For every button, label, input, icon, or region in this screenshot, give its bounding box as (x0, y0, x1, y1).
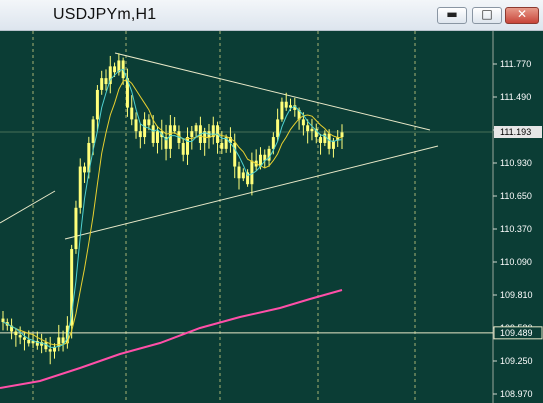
candle-body (250, 160, 254, 185)
price-chart[interactable]: 111.770111.490111.210110.930110.650110.3… (0, 31, 543, 403)
candle-body (83, 166, 87, 173)
candle-body (323, 133, 327, 143)
candle-body (134, 119, 138, 132)
candle-body (113, 66, 117, 73)
candle-body (74, 207, 78, 250)
candle-body (319, 137, 323, 143)
candle-body (186, 137, 190, 155)
price-tick-label: 110.370 (500, 224, 532, 234)
candle-body (301, 119, 305, 126)
candle-body (91, 119, 95, 143)
candle-body (138, 131, 142, 138)
candle-body (237, 166, 241, 179)
candle-body (78, 166, 82, 208)
candle-body (147, 119, 151, 126)
candle-body (233, 142, 237, 167)
candle-body (306, 125, 310, 132)
maximize-icon: □ (481, 7, 493, 21)
candle-body (190, 131, 194, 138)
candle-body (340, 132, 344, 138)
current-price-label: 111.193 (500, 127, 531, 137)
candle-body (151, 125, 155, 143)
candle-body (155, 131, 159, 143)
price-tick-label: 111.770 (500, 59, 531, 69)
minimize-icon: ▬ (446, 7, 458, 21)
candle-body (280, 101, 284, 120)
candle-body (22, 337, 26, 340)
minimize-button[interactable]: ▬ (437, 7, 467, 24)
price-tick-label: 108.970 (500, 389, 533, 399)
close-button[interactable]: ✕ (505, 7, 539, 24)
price-tick-label: 111.490 (500, 92, 531, 102)
candle-body (276, 119, 280, 138)
price-tick-label: 110.090 (500, 257, 532, 267)
candle-body (18, 335, 22, 338)
price-tick-label: 110.650 (500, 191, 532, 201)
chart-background (0, 31, 543, 403)
price-tick-label: 109.250 (500, 356, 533, 366)
candle-body (220, 142, 224, 149)
price-axis-panel (493, 31, 543, 403)
price-tick-label: 110.930 (500, 158, 532, 168)
horizontal-line-price-label: 109.489 (500, 328, 533, 338)
candle-body (95, 89, 99, 120)
maximize-button[interactable]: □ (472, 7, 502, 24)
candle-body (284, 101, 288, 108)
candle-body (173, 125, 177, 132)
candle-body (310, 128, 314, 132)
candle-body (289, 105, 293, 108)
candle-body (100, 78, 104, 90)
candle-body (14, 331, 18, 336)
candle-body (194, 125, 198, 132)
candle-body (130, 107, 134, 120)
candle-body (143, 119, 147, 138)
candle-body (48, 349, 52, 352)
price-tick-label: 109.810 (500, 290, 533, 300)
candle-body (181, 142, 185, 155)
candle-body (27, 339, 31, 344)
close-icon: ✕ (516, 7, 528, 21)
candle-body (1, 318, 5, 323)
window-title-bar[interactable]: USDJPYm,H1 ▬ □ ✕ (0, 0, 543, 31)
window-title: USDJPYm,H1 (53, 6, 157, 23)
candle-body (241, 172, 245, 179)
candle-body (104, 78, 108, 85)
